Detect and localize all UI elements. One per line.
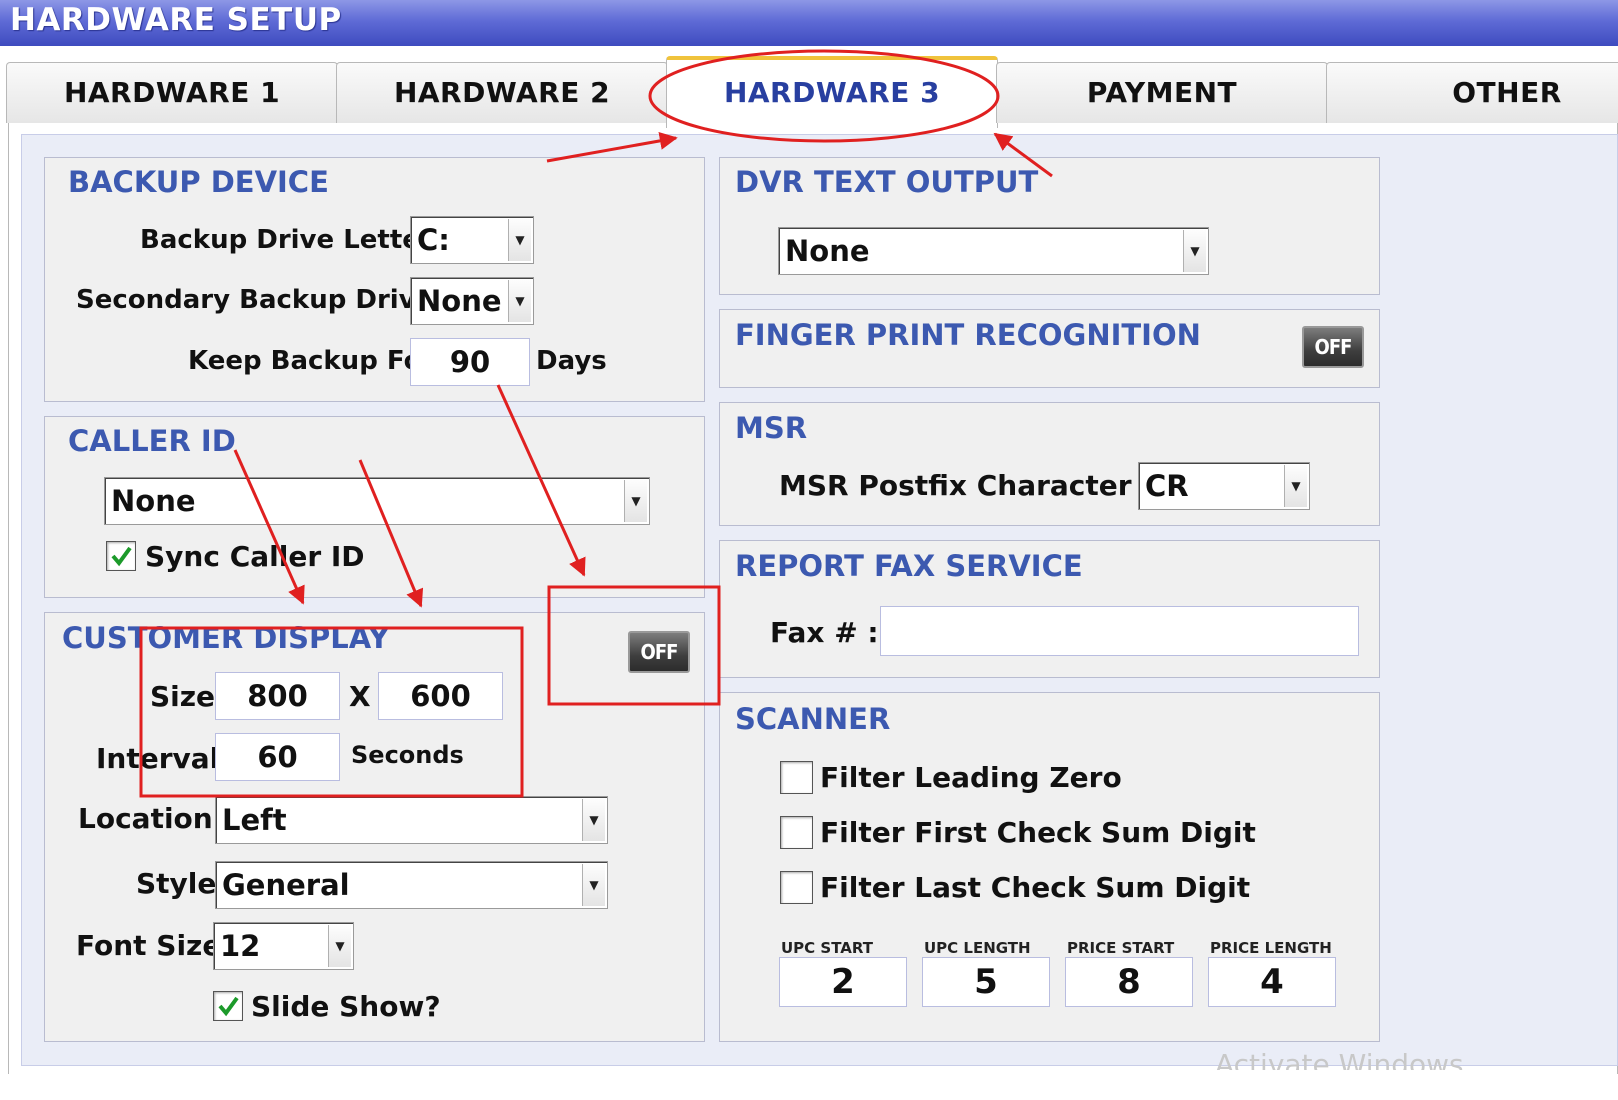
caller-id-title: CALLER ID	[68, 424, 236, 458]
slide-show-checkbox[interactable]	[213, 991, 243, 1021]
upc-start-label: UPC START	[781, 939, 873, 957]
filter-leading-zero-label: Filter Leading Zero	[820, 761, 1122, 794]
checkmark-icon	[111, 546, 132, 567]
window-title: HARDWARE SETUP	[10, 2, 342, 38]
secondary-backup-drive-value: None	[417, 284, 502, 318]
location-select[interactable]: Left ▼	[215, 796, 608, 844]
scanner-title: SCANNER	[735, 702, 891, 736]
chevron-down-icon[interactable]: ▼	[582, 864, 605, 906]
chevron-down-icon[interactable]: ▼	[1183, 230, 1206, 272]
chevron-down-icon[interactable]: ▼	[582, 799, 605, 841]
chevron-down-icon[interactable]: ▼	[508, 280, 531, 322]
upc-start-input[interactable]: 2	[779, 957, 907, 1007]
font-size-value: 12	[220, 929, 261, 963]
finger-print-toggle[interactable]: OFF	[1302, 326, 1364, 368]
keep-backup-unit: Days	[536, 346, 607, 376]
chevron-down-icon[interactable]: ▼	[624, 480, 647, 522]
backup-drive-letter-label: Backup Drive Letter :	[140, 225, 453, 255]
tab-other[interactable]: OTHER	[1326, 62, 1618, 123]
filter-leading-zero-checkbox[interactable]	[780, 761, 813, 794]
customer-display-title: CUSTOMER DISPLAY	[62, 621, 390, 655]
msr-title: MSR	[735, 411, 808, 445]
sync-caller-id-label: Sync Caller ID	[145, 540, 365, 573]
location-value: Left	[222, 803, 287, 837]
dvr-text-output-title: DVR TEXT OUTPUT	[735, 165, 1039, 199]
interval-label: Interval	[96, 742, 220, 775]
font-size-select[interactable]: 12 ▼	[213, 922, 354, 970]
location-label: Location	[78, 802, 213, 835]
backup-device-title: BACKUP DEVICE	[68, 165, 329, 199]
filter-last-checksum-label: Filter Last Check Sum Digit	[820, 871, 1251, 904]
tab-payment[interactable]: PAYMENT	[996, 62, 1328, 123]
price-start-label: PRICE START	[1067, 939, 1175, 957]
activate-windows-watermark: Activate Windows	[1215, 1048, 1464, 1070]
report-fax-title: REPORT FAX SERVICE	[735, 549, 1083, 583]
sync-caller-id-checkbox[interactable]	[106, 541, 136, 571]
interval-unit: Seconds	[351, 741, 464, 769]
display-height-input[interactable]: 600	[378, 672, 503, 720]
msr-postfix-select[interactable]: CR ▼	[1138, 462, 1310, 510]
fax-number-input[interactable]	[880, 606, 1359, 656]
customer-display-toggle[interactable]: OFF	[628, 631, 690, 673]
price-length-input[interactable]: 4	[1208, 957, 1336, 1007]
keep-backup-input[interactable]: 90	[410, 338, 530, 386]
checkmark-icon	[218, 996, 239, 1017]
size-label: Size	[150, 680, 216, 713]
price-length-label: PRICE LENGTH	[1210, 939, 1332, 957]
tab-hardware-1[interactable]: HARDWARE 1	[6, 62, 338, 123]
msr-postfix-value: CR	[1145, 469, 1189, 503]
caller-id-device-value: None	[111, 484, 196, 518]
dvr-text-output-select[interactable]: None ▼	[778, 227, 1209, 275]
caller-id-device-select[interactable]: None ▼	[104, 477, 650, 525]
msr-postfix-label: MSR Postfix Character :	[779, 469, 1153, 502]
secondary-backup-drive-label: Secondary Backup Drive:	[76, 285, 444, 315]
fax-number-label: Fax # :	[770, 616, 879, 649]
upc-length-input[interactable]: 5	[922, 957, 1050, 1007]
style-value: General	[222, 868, 350, 902]
style-label: Style	[136, 867, 217, 900]
filter-first-checksum-label: Filter First Check Sum Digit	[820, 816, 1256, 849]
backup-drive-letter-select[interactable]: C: ▼	[410, 216, 534, 264]
title-bar: HARDWARE SETUP	[0, 0, 1618, 46]
backup-drive-letter-value: C:	[417, 223, 450, 257]
chevron-down-icon[interactable]: ▼	[508, 219, 531, 261]
tab-hardware-3[interactable]: HARDWARE 3	[666, 56, 998, 128]
tab-hardware-2[interactable]: HARDWARE 2	[336, 62, 668, 123]
price-start-input[interactable]: 8	[1065, 957, 1193, 1007]
secondary-backup-drive-select[interactable]: None ▼	[410, 277, 534, 325]
upc-length-label: UPC LENGTH	[924, 939, 1031, 957]
interval-input[interactable]: 60	[215, 733, 340, 781]
display-width-input[interactable]: 800	[215, 672, 340, 720]
keep-backup-label: Keep Backup For	[188, 346, 435, 376]
chevron-down-icon[interactable]: ▼	[1284, 465, 1307, 507]
style-select[interactable]: General ▼	[215, 861, 608, 909]
slide-show-label: Slide Show?	[251, 990, 441, 1023]
chevron-down-icon[interactable]: ▼	[328, 925, 351, 967]
font-size-label: Font Size	[76, 929, 222, 962]
finger-print-title: FINGER PRINT RECOGNITION	[735, 318, 1201, 352]
filter-first-checksum-checkbox[interactable]	[780, 816, 813, 849]
filter-last-checksum-checkbox[interactable]	[780, 871, 813, 904]
size-x-label: X	[349, 680, 371, 713]
dvr-text-output-value: None	[785, 234, 870, 268]
